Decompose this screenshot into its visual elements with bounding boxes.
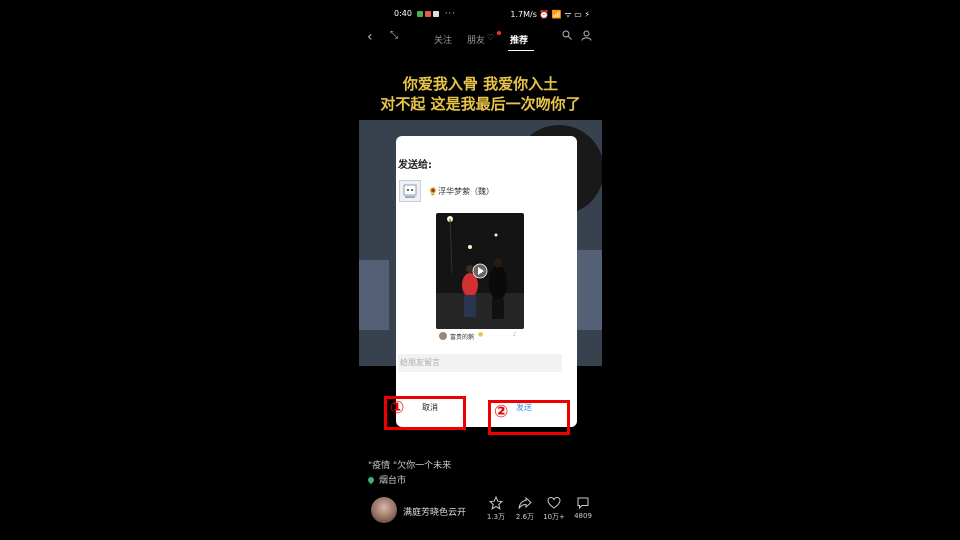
comment-action[interactable]: 4809 xyxy=(572,496,594,520)
video-caption: 你爱我入骨 我爱你入土 对不起 这是我最后一次吻你了 xyxy=(359,74,602,114)
comment-icon xyxy=(577,497,589,510)
like-action[interactable]: 1.3万 xyxy=(485,496,507,522)
profile-icon[interactable] xyxy=(581,30,592,41)
author-avatar-small xyxy=(439,332,447,340)
recipient-name[interactable]: 🌻浮华梦萦（魏） xyxy=(428,186,494,197)
star-icon xyxy=(489,496,503,510)
message-input[interactable]: 给朋友留言 xyxy=(398,354,562,372)
active-tab-indicator xyxy=(508,50,534,51)
crown-icon: ● xyxy=(478,331,484,338)
thumbnail-footer: 富贵的鹅 ● ♪ xyxy=(436,329,524,343)
heart-outline-icon xyxy=(547,496,561,509)
notification-icons xyxy=(415,9,439,18)
video-thumbnail xyxy=(436,213,524,329)
minimize-icon[interactable]: ⤡ xyxy=(390,30,398,41)
author-name[interactable]: 满庭芳晓色云开 xyxy=(403,505,466,518)
search-icon[interactable] xyxy=(562,30,572,40)
share-icon xyxy=(518,496,532,509)
status-bar: 0:40 ··· 1.7M/s ⏰ 📶 ᯤ ▭ ⚡ xyxy=(359,9,602,23)
top-nav: ‹ ⤡ 关注 朋友 ♡ 推荐 xyxy=(359,28,602,51)
back-icon[interactable]: ‹ xyxy=(367,29,373,45)
comment-count: 4809 xyxy=(574,512,592,520)
location-tag[interactable]: 烟台市 xyxy=(366,473,407,486)
thumbnail-author: 富贵的鹅 xyxy=(450,334,475,341)
annotation-marker-2: ② xyxy=(494,402,509,422)
tab-friends[interactable]: 朋友 xyxy=(467,33,485,46)
like-count: 1.3万 xyxy=(486,513,506,521)
location-pin-icon xyxy=(366,475,376,485)
location-name: 烟台市 xyxy=(379,476,407,486)
tab-follow[interactable]: 关注 xyxy=(434,33,452,46)
status-more: ··· xyxy=(445,9,456,18)
author-avatar[interactable] xyxy=(371,497,397,523)
tab-recommend[interactable]: 推荐 xyxy=(510,33,528,46)
recipient-avatar xyxy=(399,180,421,202)
heart-icon: ♡ xyxy=(487,33,495,42)
share-action[interactable]: 2.6万 xyxy=(514,496,536,522)
status-time: 0:40 xyxy=(394,9,412,18)
status-right: 1.7M/s ⏰ 📶 ᯤ ▭ ⚡ xyxy=(510,10,590,19)
annotation-box-cancel: ① xyxy=(384,396,466,430)
annotation-marker-1: ① xyxy=(390,398,405,418)
music-icon: ♪ xyxy=(513,331,517,338)
notification-dot xyxy=(497,31,501,35)
caption-line-2: 对不起 这是我最后一次吻你了 xyxy=(380,95,581,113)
caption-line-1: 你爱我入骨 我爱你入土 xyxy=(402,75,559,93)
dialog-title: 发送给: xyxy=(398,160,432,171)
annotation-box-send: ② xyxy=(488,400,570,435)
share-dialog: 发送给: 🌻浮华梦萦（魏） 富贵的鹅 ● ♪ 给朋友留言 取消 发送 xyxy=(396,136,577,427)
phone-screen: 0:40 ··· 1.7M/s ⏰ 📶 ᯤ ▭ ⚡ ‹ ⤡ 关注 朋友 ♡ 推荐… xyxy=(359,0,602,540)
share-count: 2.6万 xyxy=(515,513,535,521)
video-description: "疫情 "欠你一个未来 xyxy=(368,461,452,471)
favorite-action[interactable]: 10万+ xyxy=(543,496,565,522)
favorite-count: 10万+ xyxy=(543,513,565,521)
